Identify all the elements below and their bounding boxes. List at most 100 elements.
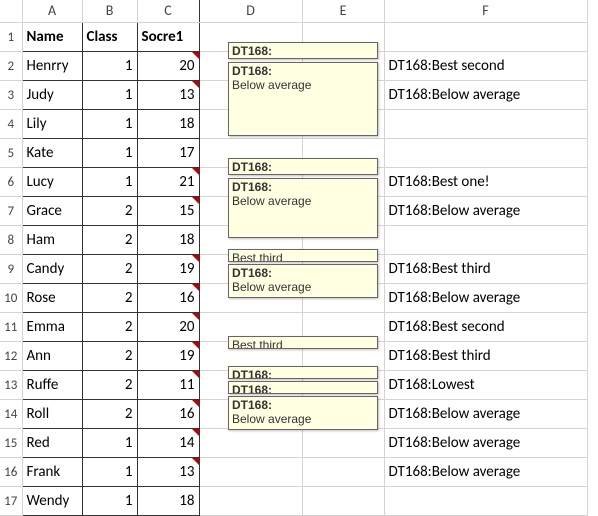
cell-e[interactable] — [302, 226, 384, 255]
cell-score[interactable]: 19 — [137, 342, 199, 371]
cell-score[interactable]: 18 — [137, 487, 199, 516]
row-header[interactable]: 10 — [0, 284, 22, 313]
cell-f[interactable]: DT168:Best third — [384, 342, 587, 371]
cell-name[interactable]: Candy — [22, 255, 82, 284]
comment-indicator-icon[interactable] — [192, 400, 199, 407]
comment-indicator-icon[interactable] — [192, 371, 199, 378]
cell-e[interactable] — [302, 110, 384, 139]
comment-indicator-icon[interactable] — [192, 81, 199, 88]
cell-score[interactable]: 21 — [137, 168, 199, 197]
cell-class[interactable]: 1 — [82, 487, 137, 516]
cell-f[interactable]: DT168:Below average — [384, 284, 587, 313]
row-header[interactable]: 14 — [0, 400, 22, 429]
row-header[interactable]: 13 — [0, 371, 22, 400]
cell-d[interactable] — [199, 284, 302, 313]
cell-score[interactable]: 18 — [137, 110, 199, 139]
cell-f[interactable]: DT168:Below average — [384, 81, 587, 110]
cell-name[interactable]: Ruffe — [22, 371, 82, 400]
cell-score[interactable]: 18 — [137, 226, 199, 255]
comment-indicator-icon[interactable] — [192, 284, 199, 291]
comment-indicator-icon[interactable] — [192, 197, 199, 204]
cell-class[interactable]: 1 — [82, 139, 137, 168]
cell-name[interactable]: Grace — [22, 197, 82, 226]
cell-e[interactable] — [302, 255, 384, 284]
row-header[interactable]: 2 — [0, 52, 22, 81]
cell-class[interactable]: 2 — [82, 400, 137, 429]
cell-class[interactable]: 2 — [82, 255, 137, 284]
col-header-e[interactable]: E — [302, 0, 384, 23]
cell-name[interactable]: Kate — [22, 139, 82, 168]
cell-f[interactable] — [384, 139, 587, 168]
col-header-a[interactable]: A — [22, 0, 82, 23]
cell-score[interactable]: 16 — [137, 284, 199, 313]
cell-f[interactable]: DT168:Below average — [384, 197, 587, 226]
cell-d[interactable] — [199, 255, 302, 284]
cell-score[interactable]: 16 — [137, 400, 199, 429]
cell-d[interactable] — [199, 313, 302, 342]
cell-class[interactable]: 2 — [82, 226, 137, 255]
cell-f1[interactable] — [384, 23, 587, 52]
cell-d[interactable] — [199, 110, 302, 139]
grid[interactable]: A B C D E F 1 Name Class Socre1 2Henrry1… — [0, 0, 588, 516]
cell-f[interactable] — [384, 110, 587, 139]
cell-name[interactable]: Rose — [22, 284, 82, 313]
row-header[interactable]: 15 — [0, 429, 22, 458]
cell-class[interactable]: 1 — [82, 110, 137, 139]
cell-d[interactable] — [199, 226, 302, 255]
cell-d[interactable] — [199, 429, 302, 458]
cell-score[interactable]: 20 — [137, 313, 199, 342]
cell-f[interactable] — [384, 487, 587, 516]
cell-d[interactable] — [199, 371, 302, 400]
row-header[interactable]: 16 — [0, 458, 22, 487]
cell-score[interactable]: 19 — [137, 255, 199, 284]
cell-e[interactable] — [302, 371, 384, 400]
cell-class[interactable]: 1 — [82, 458, 137, 487]
col-header-f[interactable]: F — [384, 0, 587, 23]
cell-e[interactable] — [302, 284, 384, 313]
cell-name[interactable]: Roll — [22, 400, 82, 429]
cell-d[interactable] — [199, 342, 302, 371]
cell-d[interactable] — [199, 197, 302, 226]
cell-name[interactable]: Henrry — [22, 52, 82, 81]
cell-class[interactable]: 1 — [82, 429, 137, 458]
cell-d[interactable] — [199, 487, 302, 516]
cell-e[interactable] — [302, 81, 384, 110]
cell-d[interactable] — [199, 52, 302, 81]
comment-indicator-icon[interactable] — [192, 429, 199, 436]
cell-f[interactable]: DT168:Best third — [384, 255, 587, 284]
cell-e1[interactable] — [302, 23, 384, 52]
row-header[interactable]: 5 — [0, 139, 22, 168]
cell-f[interactable]: DT168:Lowest — [384, 371, 587, 400]
header-score[interactable]: Socre1 — [137, 23, 199, 52]
cell-score[interactable]: 15 — [137, 197, 199, 226]
cell-name[interactable]: Red — [22, 429, 82, 458]
comment-indicator-icon[interactable] — [192, 342, 199, 349]
cell-e[interactable] — [302, 197, 384, 226]
cell-class[interactable]: 2 — [82, 342, 137, 371]
comment-indicator-icon[interactable] — [192, 52, 199, 59]
cell-class[interactable]: 1 — [82, 52, 137, 81]
row-header[interactable]: 12 — [0, 342, 22, 371]
cell-e[interactable] — [302, 458, 384, 487]
cell-d[interactable] — [199, 400, 302, 429]
cell-f[interactable] — [384, 226, 587, 255]
cell-class[interactable]: 2 — [82, 284, 137, 313]
col-header-c[interactable]: C — [137, 0, 199, 23]
cell-score[interactable]: 11 — [137, 371, 199, 400]
cell-name[interactable]: Judy — [22, 81, 82, 110]
cell-e[interactable] — [302, 313, 384, 342]
cell-class[interactable]: 2 — [82, 313, 137, 342]
row-header[interactable]: 8 — [0, 226, 22, 255]
cell-score[interactable]: 20 — [137, 52, 199, 81]
cell-name[interactable]: Ann — [22, 342, 82, 371]
cell-name[interactable]: Frank — [22, 458, 82, 487]
cell-e[interactable] — [302, 400, 384, 429]
cell-f[interactable]: DT168:Best second — [384, 313, 587, 342]
cell-d[interactable] — [199, 139, 302, 168]
cell-f[interactable]: DT168:Below average — [384, 458, 587, 487]
col-header-d[interactable]: D — [199, 0, 302, 23]
header-name[interactable]: Name — [22, 23, 82, 52]
cell-class[interactable]: 1 — [82, 81, 137, 110]
cell-e[interactable] — [302, 429, 384, 458]
cell-e[interactable] — [302, 487, 384, 516]
